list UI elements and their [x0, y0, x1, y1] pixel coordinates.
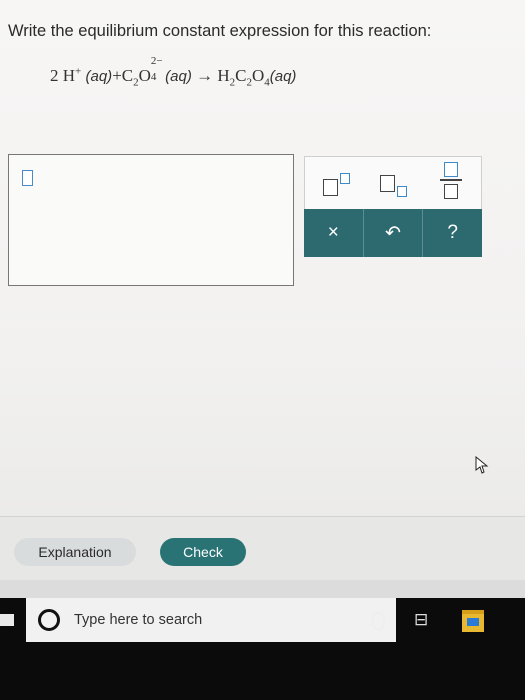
task-view-icon[interactable]: ⊟ — [414, 610, 428, 630]
subscript-button[interactable] — [364, 157, 423, 209]
clear-button[interactable]: × — [304, 209, 364, 257]
oxygen-subscript: 4 — [150, 71, 157, 83]
mouse-pointer-icon — [475, 456, 489, 474]
coefficient: 2 — [50, 66, 59, 85]
fraction-denominator-icon — [444, 184, 459, 199]
math-palette: × ↶ ? — [304, 156, 482, 257]
palette-actions: × ↶ ? — [304, 209, 482, 257]
taskbar-search[interactable]: Type here to search — [26, 598, 396, 642]
microphone-icon[interactable] — [372, 612, 385, 630]
answer-input[interactable] — [8, 154, 294, 286]
oxygen-symbol: O — [138, 66, 151, 85]
subscript-index-icon — [396, 186, 407, 197]
state-aq-2: (aq) — [165, 68, 192, 85]
superscript-base-icon — [323, 179, 338, 196]
superscript-exponent-icon — [340, 173, 350, 184]
product-o: O — [251, 66, 265, 85]
plus-sign: + — [112, 66, 122, 85]
question-prompt: Write the equilibrium constant expressio… — [8, 22, 432, 40]
search-placeholder: Type here to search — [74, 612, 203, 628]
file-explorer-icon[interactable] — [462, 610, 484, 632]
fraction-bar-icon — [440, 179, 463, 181]
oxygen-sub-sup: 2− 4 — [150, 55, 163, 83]
fraction-button[interactable] — [422, 157, 481, 209]
input-slot-icon[interactable] — [22, 170, 33, 186]
oxalate-charge: 2− — [150, 55, 163, 67]
product-h: H — [217, 66, 230, 85]
subscript-base-icon — [379, 175, 395, 192]
footer-divider — [0, 580, 525, 598]
fraction-numerator-icon — [444, 162, 459, 177]
check-button[interactable]: Check — [160, 538, 246, 566]
superscript-button[interactable] — [305, 157, 364, 209]
product-c: C — [235, 66, 247, 85]
state-aq-3: (aq) — [269, 68, 297, 85]
undo-button[interactable]: ↶ — [364, 209, 424, 257]
cortana-circle-icon — [38, 609, 60, 631]
carbon-symbol: C — [121, 66, 134, 85]
palette-templates — [304, 156, 482, 209]
hydrogen-charge: + — [75, 65, 82, 78]
reaction-arrow: → — [196, 66, 214, 85]
windows-start-icon[interactable] — [0, 614, 14, 626]
windows-taskbar: Type here to search ⊟ — [0, 598, 525, 700]
hydrogen-symbol: H — [62, 66, 76, 85]
help-button[interactable]: ? — [423, 209, 482, 257]
reaction-equation: 2 H+ (aq)+C2O 2− 4 (aq) → H2C2O4(aq) — [50, 55, 297, 88]
explanation-button[interactable]: Explanation — [14, 538, 136, 566]
state-aq-1: (aq) — [85, 68, 113, 85]
